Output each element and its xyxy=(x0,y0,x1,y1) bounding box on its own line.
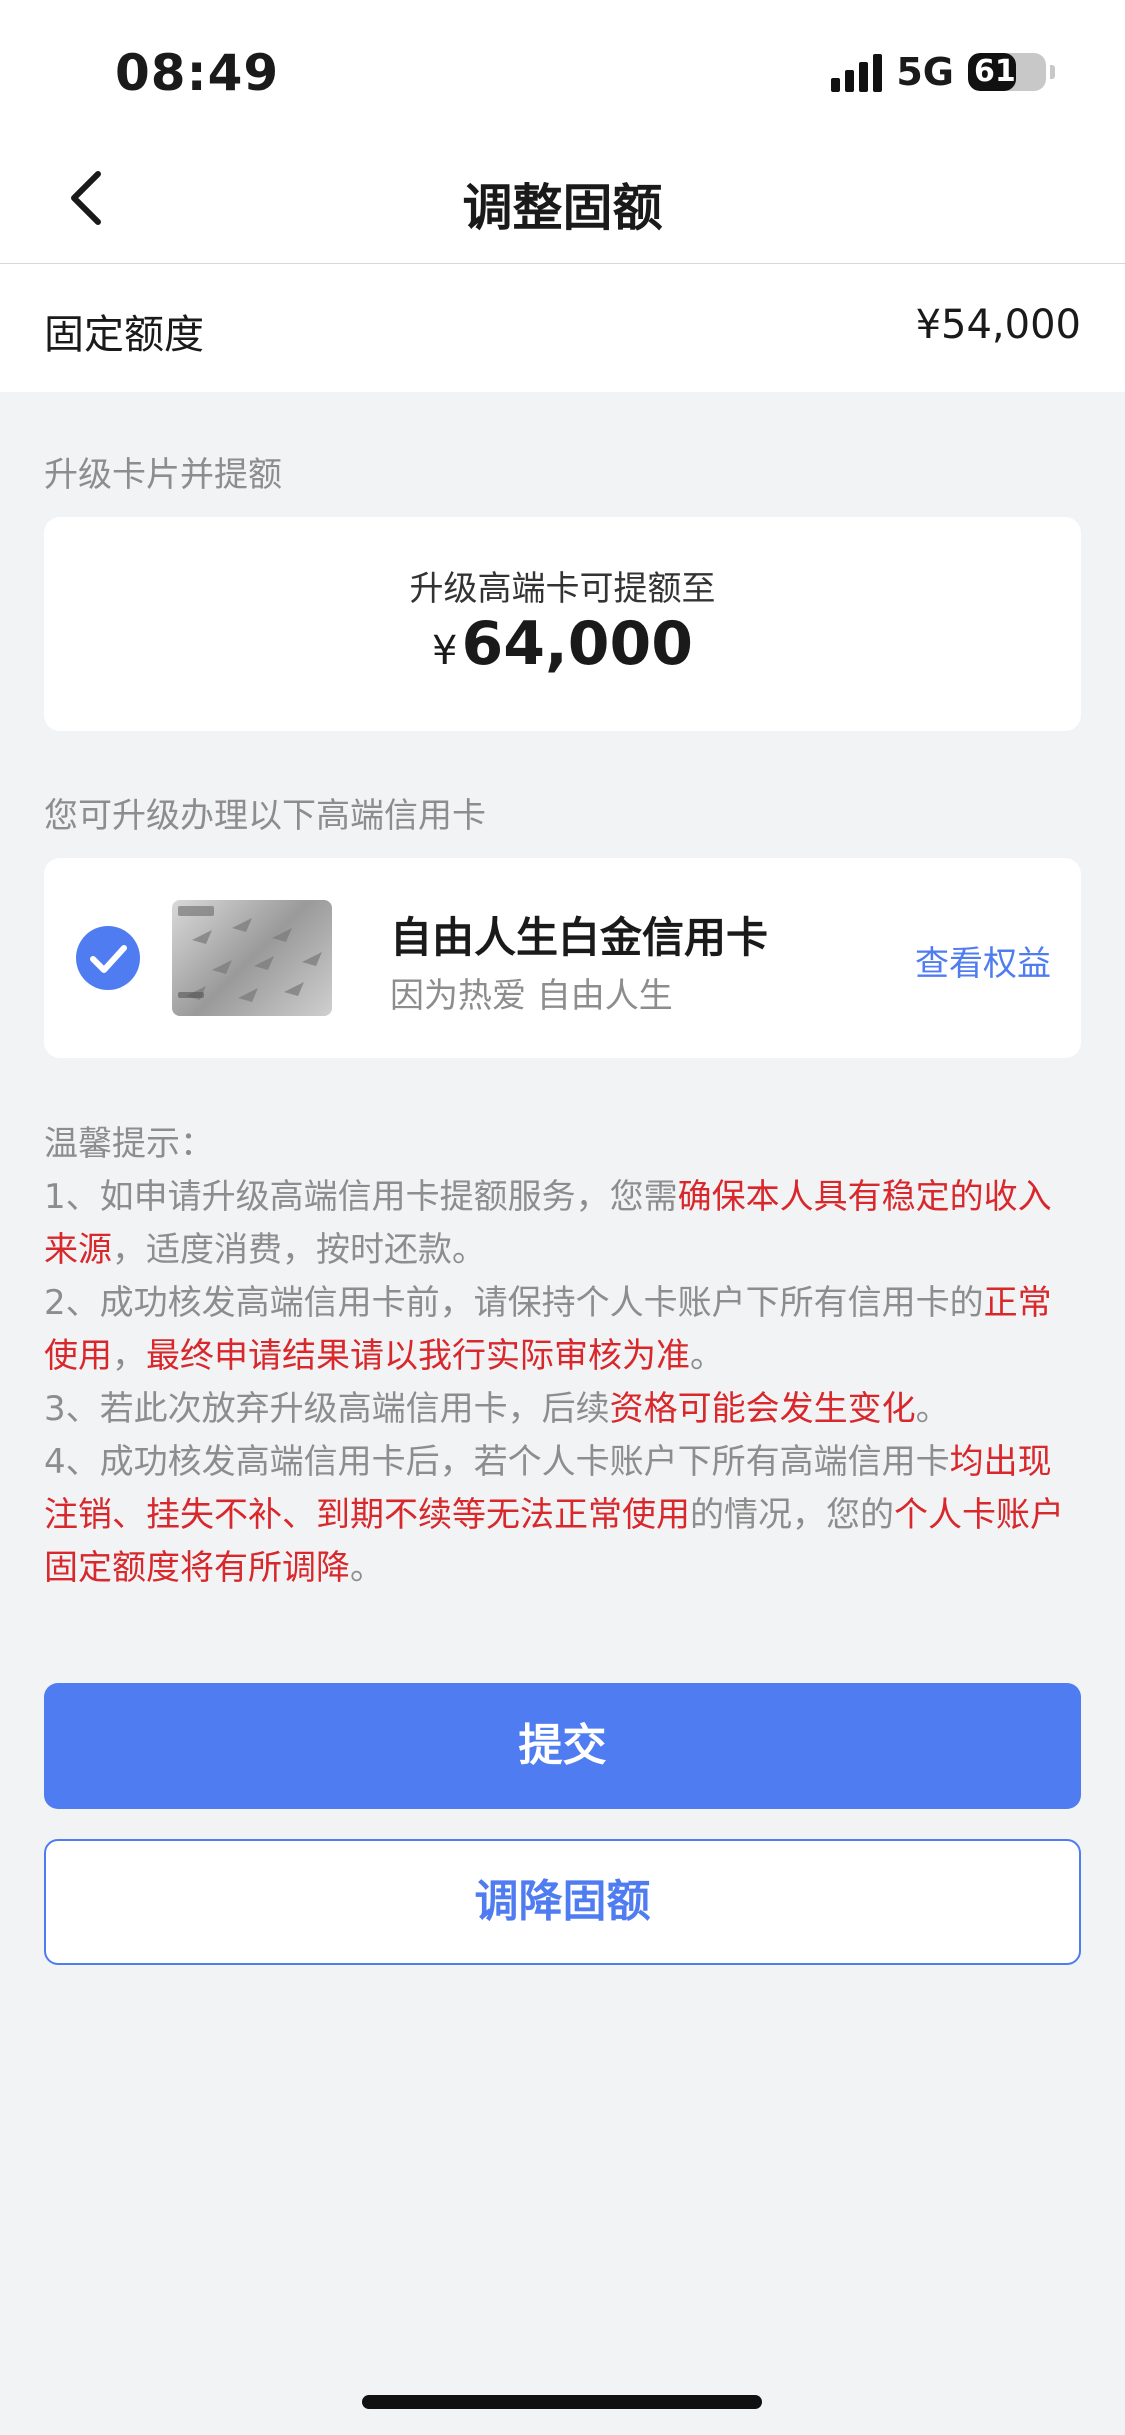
upgrade-section-title: 升级卡片并提额 xyxy=(44,455,282,495)
promo-text: 升级高端卡可提额至 xyxy=(409,569,716,609)
home-indicator[interactable] xyxy=(362,2395,762,2409)
fixed-quota-label: 固定额度 xyxy=(44,312,204,358)
cards-section-title: 您可升级办理以下高端信用卡 xyxy=(44,796,486,836)
fixed-quota-value: ¥54,000 xyxy=(915,302,1081,348)
view-benefits-link[interactable]: 查看权益 xyxy=(915,936,1051,985)
cellular-signal-icon xyxy=(831,52,883,92)
battery-cap xyxy=(1050,65,1055,79)
tip-text: 3、若此次放弃升级高端信用卡，后续 xyxy=(44,1389,610,1429)
upgrade-promo-card: 升级高端卡可提额至 ¥64,000 xyxy=(44,517,1081,731)
tip-text: 的情况，您的 xyxy=(690,1495,894,1535)
submit-button[interactable]: 提交 xyxy=(44,1683,1081,1809)
promo-amount: ¥64,000 xyxy=(44,609,1081,679)
tip-text: 。 xyxy=(350,1548,384,1588)
tip-text: ， xyxy=(112,1336,146,1376)
battery-percent: 61 xyxy=(974,54,1016,89)
tip-text: 。 xyxy=(690,1336,724,1376)
card-image xyxy=(172,900,332,1016)
currency-symbol: ¥ xyxy=(432,628,458,674)
card-option[interactable]: 自由人生白金信用卡 因为热爱 自由人生 查看权益 xyxy=(44,858,1081,1058)
tip-text: 4、成功核发高端信用卡后，若个人卡账户下所有高端信用卡 xyxy=(44,1442,950,1482)
battery-icon: 61 xyxy=(968,53,1046,91)
tip-3: 3、若此次放弃升级高端信用卡，后续资格可能会发生变化。 xyxy=(44,1383,1084,1436)
tips-title: 温馨提示： xyxy=(44,1124,214,1164)
tip-text: 1、如申请升级高端信用卡提额服务，您需 xyxy=(44,1177,678,1217)
status-time: 08:49 xyxy=(115,44,280,102)
tip-highlight: 资格可能会发生变化 xyxy=(609,1389,916,1429)
tip-1: 1、如申请升级高端信用卡提额服务，您需确保本人具有稳定的收入来源，适度消费，按时… xyxy=(44,1171,1084,1277)
network-type: 5G xyxy=(896,50,954,94)
tip-text: ，适度消费，按时还款。 xyxy=(112,1230,486,1270)
card-name: 自由人生白金信用卡 xyxy=(390,913,769,962)
status-indicators: 5G 61 xyxy=(831,50,1055,94)
fixed-quota-row: 固定额度 ¥54,000 xyxy=(0,264,1125,392)
tip-4: 4、成功核发高端信用卡后，若个人卡账户下所有高端信用卡均出现注销、挂失不补、到期… xyxy=(44,1436,1084,1595)
tip-highlight: 最终申请结果请以我行实际审核为准 xyxy=(146,1336,690,1376)
card-slogan: 因为热爱 自由人生 xyxy=(390,976,673,1016)
tip-text: 2、成功核发高端信用卡前，请保持个人卡账户下所有信用卡的 xyxy=(44,1283,984,1323)
nav-bar: 调整固额 xyxy=(0,140,1125,264)
tip-text: 。 xyxy=(915,1389,950,1429)
checkmark-icon[interactable] xyxy=(76,926,140,990)
tips-block: 温馨提示： 1、如申请升级高端信用卡提额服务，您需确保本人具有稳定的收入来源，适… xyxy=(44,1118,1084,1595)
promo-amount-value: 64,000 xyxy=(461,609,693,679)
status-bar: 08:49 5G 61 xyxy=(0,0,1125,140)
reduce-quota-button[interactable]: 调降固额 xyxy=(44,1839,1081,1965)
tip-2: 2、成功核发高端信用卡前，请保持个人卡账户下所有信用卡的正常使用，最终申请结果请… xyxy=(44,1277,1084,1383)
page-title: 调整固额 xyxy=(462,179,663,237)
